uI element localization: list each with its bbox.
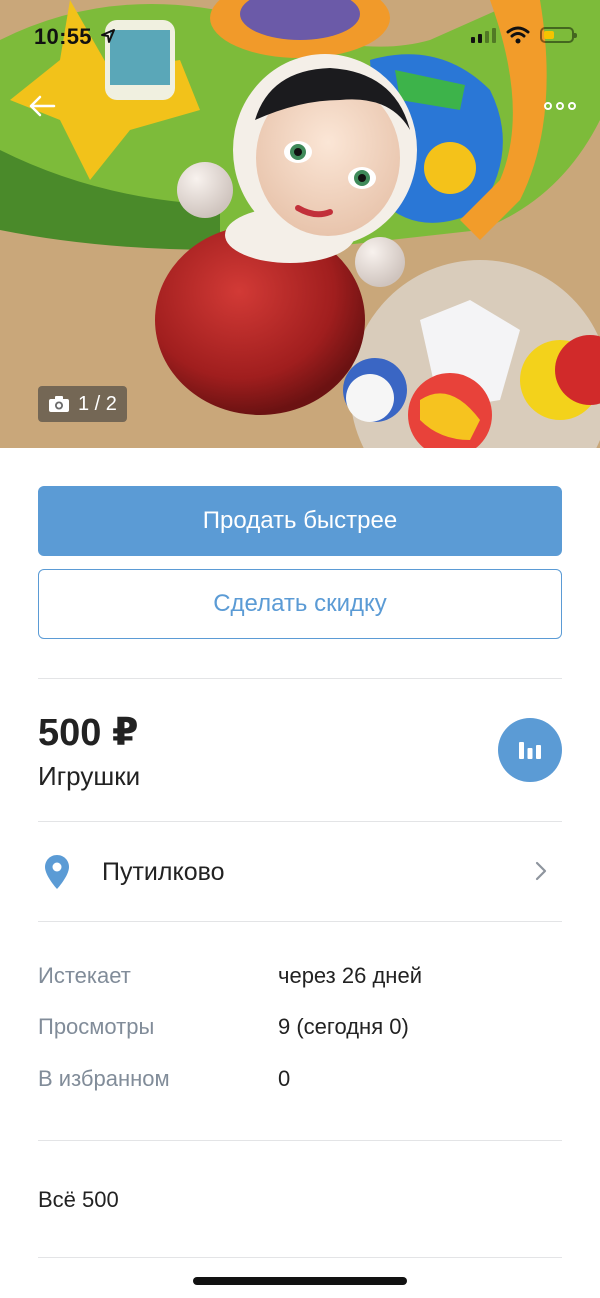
wifi-icon: [506, 26, 530, 44]
arrow-left-icon: [29, 95, 56, 117]
status-time: 10:55: [34, 24, 92, 49]
divider: [38, 921, 562, 922]
battery-icon: [540, 27, 577, 43]
divider: [38, 678, 562, 679]
info-label: Просмотры: [38, 1014, 155, 1039]
location-name: Путилково: [102, 858, 225, 886]
info-value: через 26 дней: [278, 963, 422, 988]
info-value: 0: [278, 1066, 291, 1091]
info-row-expires: Истекает через 26 дней: [38, 963, 562, 993]
home-indicator[interactable]: [193, 1277, 407, 1285]
bar-chart-icon: [519, 742, 541, 759]
status-bar: 10:55: [0, 0, 600, 72]
location-arrow-icon: [101, 29, 115, 43]
info-row-favorites: В избранном 0: [38, 1066, 562, 1096]
chevron-right-icon: [535, 861, 547, 881]
camera-icon: [49, 396, 69, 412]
divider: [38, 1257, 562, 1258]
info-value: 9 (сегодня 0): [278, 1014, 409, 1039]
listing-description: Всё 500: [38, 1187, 119, 1212]
make-discount-button[interactable]: Сделать скидку: [38, 569, 562, 639]
sell-faster-button[interactable]: Продать быстрее: [38, 486, 562, 556]
info-label: В избранном: [38, 1066, 170, 1091]
listing-price: 500 ₽: [38, 712, 139, 754]
back-button[interactable]: [22, 86, 62, 126]
statistics-button[interactable]: [498, 718, 562, 782]
listing-photo[interactable]: 10:55 1 / 2: [0, 0, 600, 448]
photo-counter: 1 / 2: [38, 386, 127, 422]
info-row-views: Просмотры 9 (сегодня 0): [38, 1014, 562, 1044]
map-pin-icon: [45, 855, 69, 889]
divider: [38, 1140, 562, 1141]
more-options-button[interactable]: [540, 88, 580, 124]
location-row[interactable]: Путилково: [0, 822, 600, 922]
more-horizontal-icon: [544, 102, 552, 110]
info-label: Истекает: [38, 963, 131, 988]
cellular-signal-icon: [471, 27, 496, 43]
listing-category: Игрушки: [38, 761, 141, 791]
photo-counter-text: 1 / 2: [78, 392, 117, 415]
